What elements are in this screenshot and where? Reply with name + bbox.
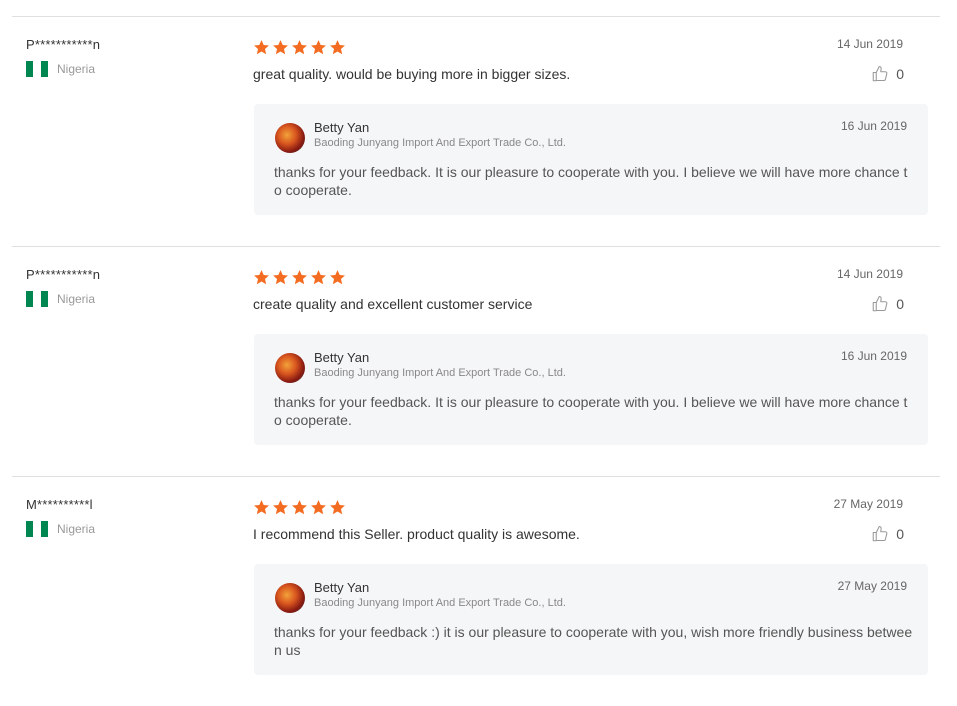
replier-name: Betty Yan: [314, 350, 370, 365]
star-icon: [254, 40, 269, 55]
review-item: P***********n Nigeria 14 Jun 2019 create…: [0, 246, 940, 476]
divider: [12, 476, 940, 477]
star-icon: [273, 500, 288, 515]
review-item: P***********n Nigeria 14 Jun 2019 great …: [0, 16, 940, 246]
star-icon: [311, 40, 326, 55]
reply-date: 27 May 2019: [837, 579, 907, 593]
country-name: Nigeria: [57, 522, 96, 536]
star-icon: [311, 270, 326, 285]
reply-text: thanks for your feedback. It is our plea…: [274, 394, 908, 428]
avatar: [275, 353, 305, 383]
replier-company: Baoding Junyang Import And Export Trade …: [314, 367, 566, 379]
star-icon: [254, 500, 269, 515]
review-date: 14 Jun 2019: [836, 267, 903, 281]
star-icon: [330, 500, 345, 515]
thumbs-up-icon: [872, 525, 888, 542]
replier-company: Baoding Junyang Import And Export Trade …: [314, 597, 566, 609]
thumbs-up-icon: [872, 295, 888, 312]
like-button[interactable]: 0: [871, 65, 904, 83]
star-rating: [253, 499, 348, 516]
star-rating: [253, 39, 348, 56]
avatar: [275, 583, 305, 613]
review-item: M**********l Nigeria 27 May 2019 I recom…: [0, 476, 940, 706]
reply-text: thanks for your feedback :) it is our pl…: [274, 624, 913, 658]
like-count: 0: [896, 526, 904, 542]
seller-reply: Betty Yan Baoding Junyang Import And Exp…: [254, 334, 928, 445]
nigeria-flag-icon: [26, 61, 48, 77]
review-date: 14 Jun 2019: [836, 37, 903, 51]
replier-company: Baoding Junyang Import And Export Trade …: [314, 137, 566, 149]
star-icon: [254, 270, 269, 285]
reviewer-country: Nigeria: [26, 61, 95, 77]
like-count: 0: [896, 296, 904, 312]
review-comment: create quality and excellent customer se…: [253, 296, 533, 312]
star-icon: [273, 270, 288, 285]
reviewer-country: Nigeria: [26, 291, 95, 307]
thumbs-up-icon: [872, 65, 888, 82]
replier-name: Betty Yan: [314, 120, 370, 135]
like-count: 0: [896, 66, 904, 82]
star-rating: [253, 269, 348, 286]
star-icon: [330, 40, 345, 55]
star-icon: [292, 270, 307, 285]
seller-reply: Betty Yan Baoding Junyang Import And Exp…: [254, 104, 928, 215]
review-comment: I recommend this Seller. product quality…: [253, 526, 580, 542]
country-name: Nigeria: [57, 292, 96, 306]
star-icon: [311, 500, 326, 515]
star-icon: [292, 40, 307, 55]
star-icon: [330, 270, 345, 285]
seller-reply: Betty Yan Baoding Junyang Import And Exp…: [254, 564, 928, 675]
reviewer-country: Nigeria: [26, 521, 95, 537]
nigeria-flag-icon: [26, 291, 48, 307]
divider: [12, 16, 940, 17]
replier-name: Betty Yan: [314, 580, 370, 595]
review-date: 27 May 2019: [833, 497, 903, 511]
divider: [12, 246, 940, 247]
reply-date: 16 Jun 2019: [840, 349, 907, 363]
reviewer-name: M**********l: [26, 497, 93, 512]
star-icon: [273, 40, 288, 55]
reviewer-name: P***********n: [26, 37, 101, 52]
nigeria-flag-icon: [26, 521, 48, 537]
country-name: Nigeria: [57, 62, 96, 76]
like-button[interactable]: 0: [871, 525, 904, 543]
star-icon: [292, 500, 307, 515]
reviewer-name: P***********n: [26, 267, 101, 282]
reply-text: thanks for your feedback. It is our plea…: [274, 164, 908, 198]
reply-date: 16 Jun 2019: [840, 119, 907, 133]
review-comment: great quality. would be buying more in b…: [253, 66, 571, 82]
avatar: [275, 123, 305, 153]
like-button[interactable]: 0: [871, 295, 904, 313]
